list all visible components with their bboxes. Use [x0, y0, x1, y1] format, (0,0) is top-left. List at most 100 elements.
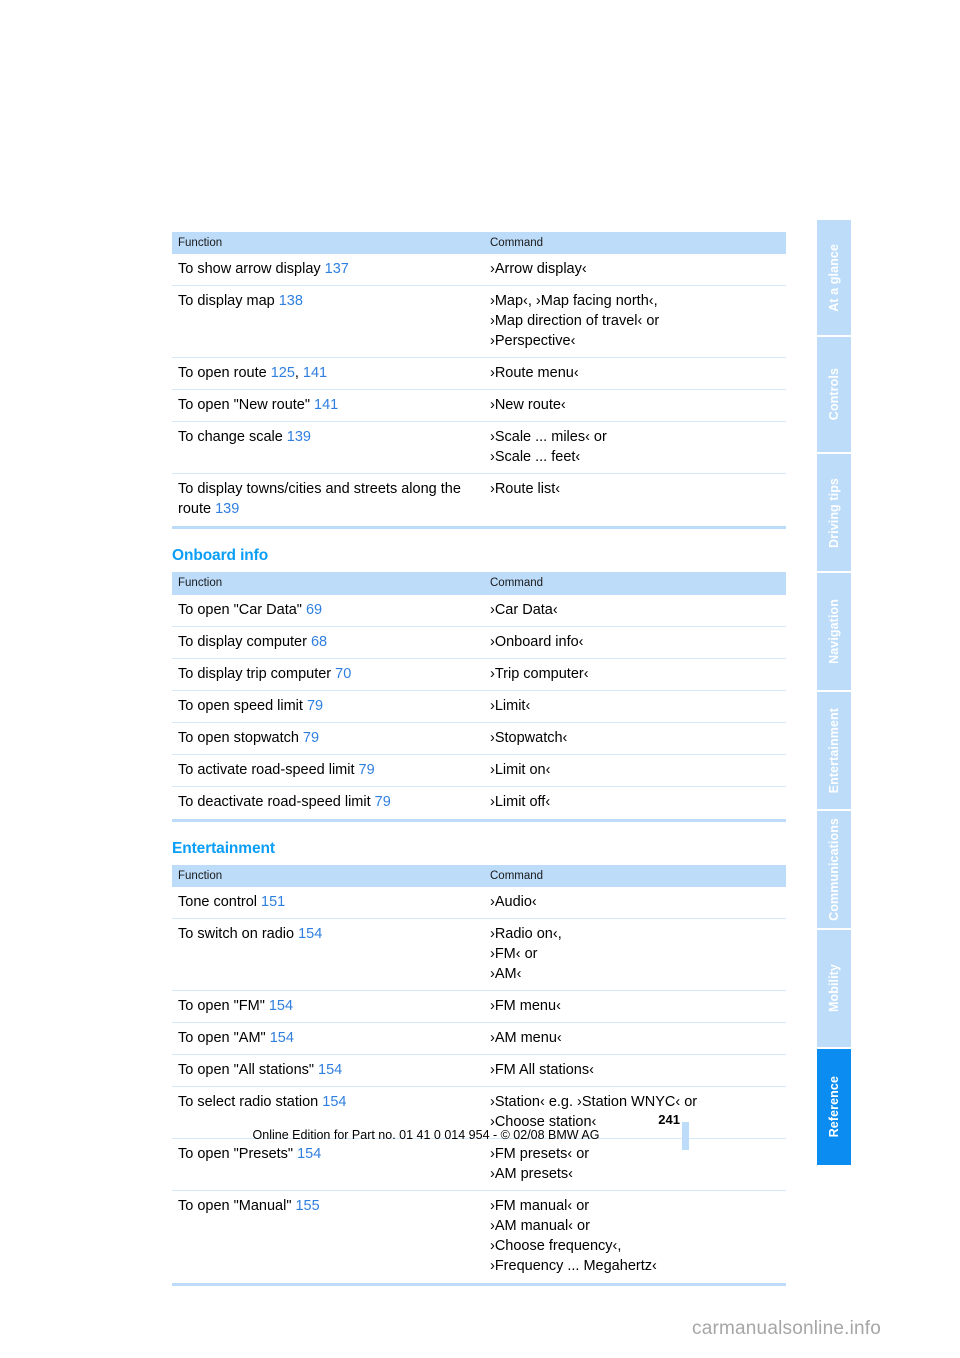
- side-tab-entertainment[interactable]: Entertainment: [817, 692, 851, 809]
- side-tab-navigation[interactable]: Navigation: [817, 573, 851, 690]
- voice-command: ›Car Data‹: [490, 601, 558, 618]
- page-reference-link[interactable]: 141: [299, 365, 327, 381]
- command-cell: ›Limit on‹: [484, 754, 786, 787]
- voice-command: ›Onboard info‹: [490, 633, 584, 650]
- function-cell: To open "FM" 154: [172, 990, 484, 1024]
- command-cell: ›Map‹, ›Map facing north‹, ›Map direction…: [484, 285, 786, 359]
- column-header: Command: [484, 864, 786, 888]
- page-reference-link[interactable]: 154: [314, 1062, 342, 1078]
- page-reference-link[interactable]: 137: [321, 261, 349, 277]
- function-cell: To deactivate road-speed limit 79: [172, 786, 484, 818]
- command-cell: ›AM menu‹: [484, 1022, 786, 1056]
- voice-command: ›Radio on‹,: [490, 926, 562, 943]
- column-header: Function: [172, 232, 484, 255]
- page-reference-link[interactable]: 141: [310, 397, 338, 413]
- side-tab-communications[interactable]: Communications: [817, 811, 851, 928]
- footer-marker-bar: [682, 1122, 689, 1150]
- table-row: To open "Manual" 155 ›FM manual‹ or ›AM man…: [172, 1191, 786, 1283]
- page-reference-link[interactable]: 155: [291, 1198, 319, 1214]
- page-reference-link[interactable]: 138: [275, 293, 303, 309]
- page-reference-link[interactable]: 139: [211, 501, 239, 517]
- command-table: Function Command To open "Car Data" 69 ›Car …: [172, 572, 786, 817]
- table-row: To open stopwatch 79 ›Stopwatch‹: [172, 722, 786, 755]
- command-cell: ›Trip computer‹: [484, 658, 786, 691]
- function-label: To open "Presets": [178, 1146, 294, 1163]
- function-label: To show arrow display: [178, 261, 321, 278]
- page-reference-link[interactable]: 154: [294, 926, 322, 942]
- column-header: Command: [484, 232, 786, 255]
- side-tab-driving-tips[interactable]: Driving tips: [817, 454, 851, 571]
- section-heading: Entertainment: [172, 839, 275, 857]
- side-tab-label: Communications: [817, 811, 851, 928]
- command-table: Function Command To show arrow display 137 ›…: [172, 232, 786, 525]
- function-cell: To activate road-speed limit 79: [172, 754, 484, 787]
- page-reference-link[interactable]: 154: [318, 1094, 346, 1110]
- page-footer: 241 Online Edition for Part no. 01 41 0 …: [172, 1112, 680, 1143]
- table-row: To show arrow display 137 ›Arrow display‹: [172, 254, 786, 287]
- function-label: Tone control: [178, 894, 257, 911]
- function-label: To display computer: [178, 633, 307, 650]
- command-cell: ›Car Data‹: [484, 594, 786, 627]
- page-reference-link[interactable]: 79: [355, 762, 375, 778]
- command-cell: ›Arrow display‹: [484, 254, 786, 287]
- side-tab-label: Controls: [817, 337, 851, 452]
- side-tab-controls[interactable]: Controls: [817, 337, 851, 452]
- command-cell: ›Route list‹: [484, 474, 786, 526]
- table-end-rule: [172, 818, 786, 822]
- table-row: To open speed limit 79 ›Limit‹: [172, 690, 786, 723]
- table-row: To open route 125, 141 ›Route menu‹: [172, 357, 786, 391]
- page-reference-link[interactable]: 151: [257, 894, 285, 910]
- function-cell: To display trip computer 70: [172, 658, 484, 691]
- table-row: To open "Car Data" 69 ›Car Data‹: [172, 594, 786, 627]
- function-label: To open "AM": [178, 1030, 266, 1047]
- table-header-row: Function Command: [172, 232, 786, 255]
- voice-command: ›Map‹, ›Map facing north‹,: [490, 293, 658, 310]
- side-tab-reference[interactable]: Reference: [817, 1049, 851, 1165]
- command-cell: ›Scale ... miles‹ or ›Scale ... feet‹: [484, 421, 786, 475]
- voice-command: ›FM presets‹ or: [490, 1146, 590, 1163]
- function-label: To change scale: [178, 429, 283, 446]
- side-tab-label-text: Communications: [827, 818, 841, 921]
- table-header-row: Function Command: [172, 864, 786, 888]
- table-row: To activate road-speed limit 79 ›Limit on‹: [172, 754, 786, 787]
- side-tab-label-text: Navigation: [827, 599, 841, 664]
- page-reference-link[interactable]: 69: [302, 602, 322, 618]
- function-cell: To show arrow display 137: [172, 254, 484, 287]
- voice-command: ›AM manual‹ or: [490, 1218, 590, 1235]
- page-reference-link[interactable]: 125: [267, 365, 295, 381]
- page-reference-link[interactable]: 79: [303, 698, 323, 714]
- table-row: To open "Presets" 154 ›FM presets‹ or ›AM p…: [172, 1138, 786, 1192]
- page-reference-link[interactable]: 68: [307, 634, 327, 650]
- side-tab-label: At a glance: [817, 220, 851, 335]
- page-reference-link[interactable]: 79: [299, 730, 319, 746]
- function-cell: To display towns/cities and streets alon…: [172, 474, 484, 526]
- voice-command: ›FM menu‹: [490, 998, 561, 1015]
- function-label: To open "New route": [178, 397, 311, 414]
- function-label: To switch on radio: [178, 926, 295, 943]
- page-reference-link[interactable]: 79: [371, 794, 391, 810]
- function-cell: To open speed limit 79: [172, 690, 484, 723]
- page-reference-link[interactable]: 70: [331, 666, 351, 682]
- page-reference-link[interactable]: 154: [266, 1030, 294, 1046]
- function-label: To open "FM": [178, 998, 265, 1015]
- page-reference-link[interactable]: 139: [283, 429, 311, 445]
- page-reference-link[interactable]: 154: [265, 998, 293, 1014]
- side-tab-at-a-glance[interactable]: At a glance: [817, 220, 851, 335]
- footer-edition-line: Online Edition for Part no. 01 41 0 014 …: [252, 1128, 600, 1143]
- voice-command: ›FM All stations‹: [490, 1062, 594, 1079]
- function-label: To open "Car Data": [178, 601, 302, 618]
- voice-command: ›Route list‹: [490, 481, 561, 498]
- side-tab-mobility[interactable]: Mobility: [817, 930, 851, 1047]
- voice-command: ›Map direction of travel‹ or: [490, 313, 660, 330]
- command-cell: ›Limit off‹: [484, 786, 786, 818]
- voice-command: ›Route menu‹: [490, 365, 579, 382]
- function-cell: To display computer 68: [172, 626, 484, 659]
- table-row: To deactivate road-speed limit 79 ›Limit o…: [172, 786, 786, 818]
- section-heading: Onboard info: [172, 547, 269, 565]
- column-header: Function: [172, 864, 484, 888]
- page-reference-link[interactable]: 154: [293, 1146, 321, 1162]
- table-row: To open "FM" 154 ›FM menu‹: [172, 990, 786, 1024]
- function-cell: To open "Presets" 154: [172, 1138, 484, 1192]
- table-row: To display trip computer 70 ›Trip computer…: [172, 658, 786, 691]
- function-cell: To open "Car Data" 69: [172, 594, 484, 627]
